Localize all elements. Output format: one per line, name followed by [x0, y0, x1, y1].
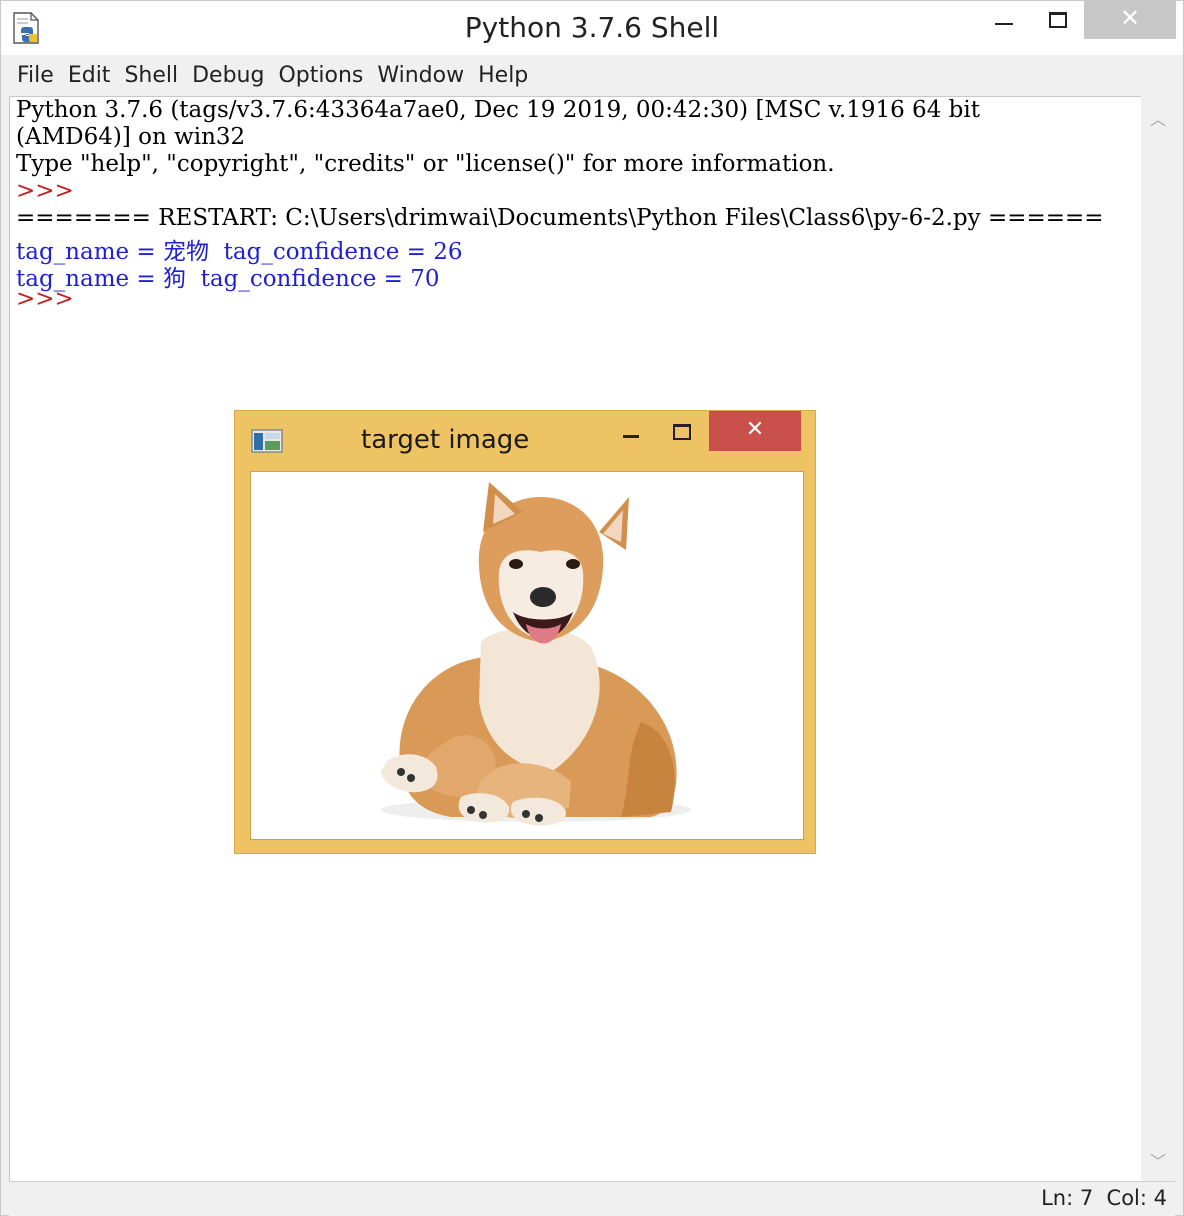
- shell-prompt: >>>: [16, 178, 74, 204]
- shell-line: Python 3.7.6 (tags/v3.7.6:43364a7ae0, De…: [16, 97, 980, 123]
- menu-edit[interactable]: Edit: [61, 56, 118, 96]
- menu-options[interactable]: Options: [271, 56, 370, 96]
- menu-bar: File Edit Shell Debug Options Window Hel…: [9, 56, 1175, 96]
- shell-prompt: >>>: [16, 286, 74, 312]
- scroll-up-icon[interactable]: ︿: [1141, 106, 1175, 129]
- scroll-down-icon[interactable]: ﹀: [1141, 1148, 1175, 1171]
- restart-line: ======= RESTART: C:\Users\drimwai\Docume…: [16, 205, 1104, 231]
- close-button[interactable]: ✕: [1084, 1, 1176, 39]
- target-close-button[interactable]: ✕: [709, 411, 801, 451]
- dog-image: [381, 482, 691, 826]
- target-maximize-button[interactable]: [663, 411, 703, 451]
- shell-line: (AMD64)] on win32: [16, 124, 246, 150]
- menu-debug[interactable]: Debug: [185, 56, 271, 96]
- menu-file[interactable]: File: [9, 56, 61, 96]
- vertical-scrollbar[interactable]: ︿ ﹀: [1141, 96, 1175, 1180]
- menu-shell[interactable]: Shell: [117, 56, 185, 96]
- menu-help[interactable]: Help: [471, 56, 535, 96]
- tk-window-icon: [251, 429, 283, 453]
- target-window-title: target image: [361, 425, 530, 455]
- minimize-button[interactable]: [981, 1, 1027, 39]
- output-line: tag_name = 狗 tag_confidence = 70: [16, 266, 440, 292]
- target-image-window: target image ✕: [234, 410, 816, 854]
- shell-line: Type "help", "copyright", "credits" or "…: [16, 151, 835, 177]
- menu-window[interactable]: Window: [370, 56, 471, 96]
- maximize-button[interactable]: [1035, 1, 1081, 39]
- close-icon: ✕: [1119, 4, 1141, 32]
- status-bar: Ln: 7 Col: 4: [9, 1181, 1175, 1216]
- output-line: tag_name = 宠物 tag_confidence = 26: [16, 239, 463, 265]
- title-bar: Python 3.7.6 Shell ✕: [1, 1, 1183, 55]
- image-canvas: [250, 471, 804, 840]
- close-icon: ✕: [745, 417, 765, 442]
- target-minimize-button[interactable]: [611, 411, 651, 451]
- cursor-position: Ln: 7 Col: 4: [1041, 1186, 1167, 1210]
